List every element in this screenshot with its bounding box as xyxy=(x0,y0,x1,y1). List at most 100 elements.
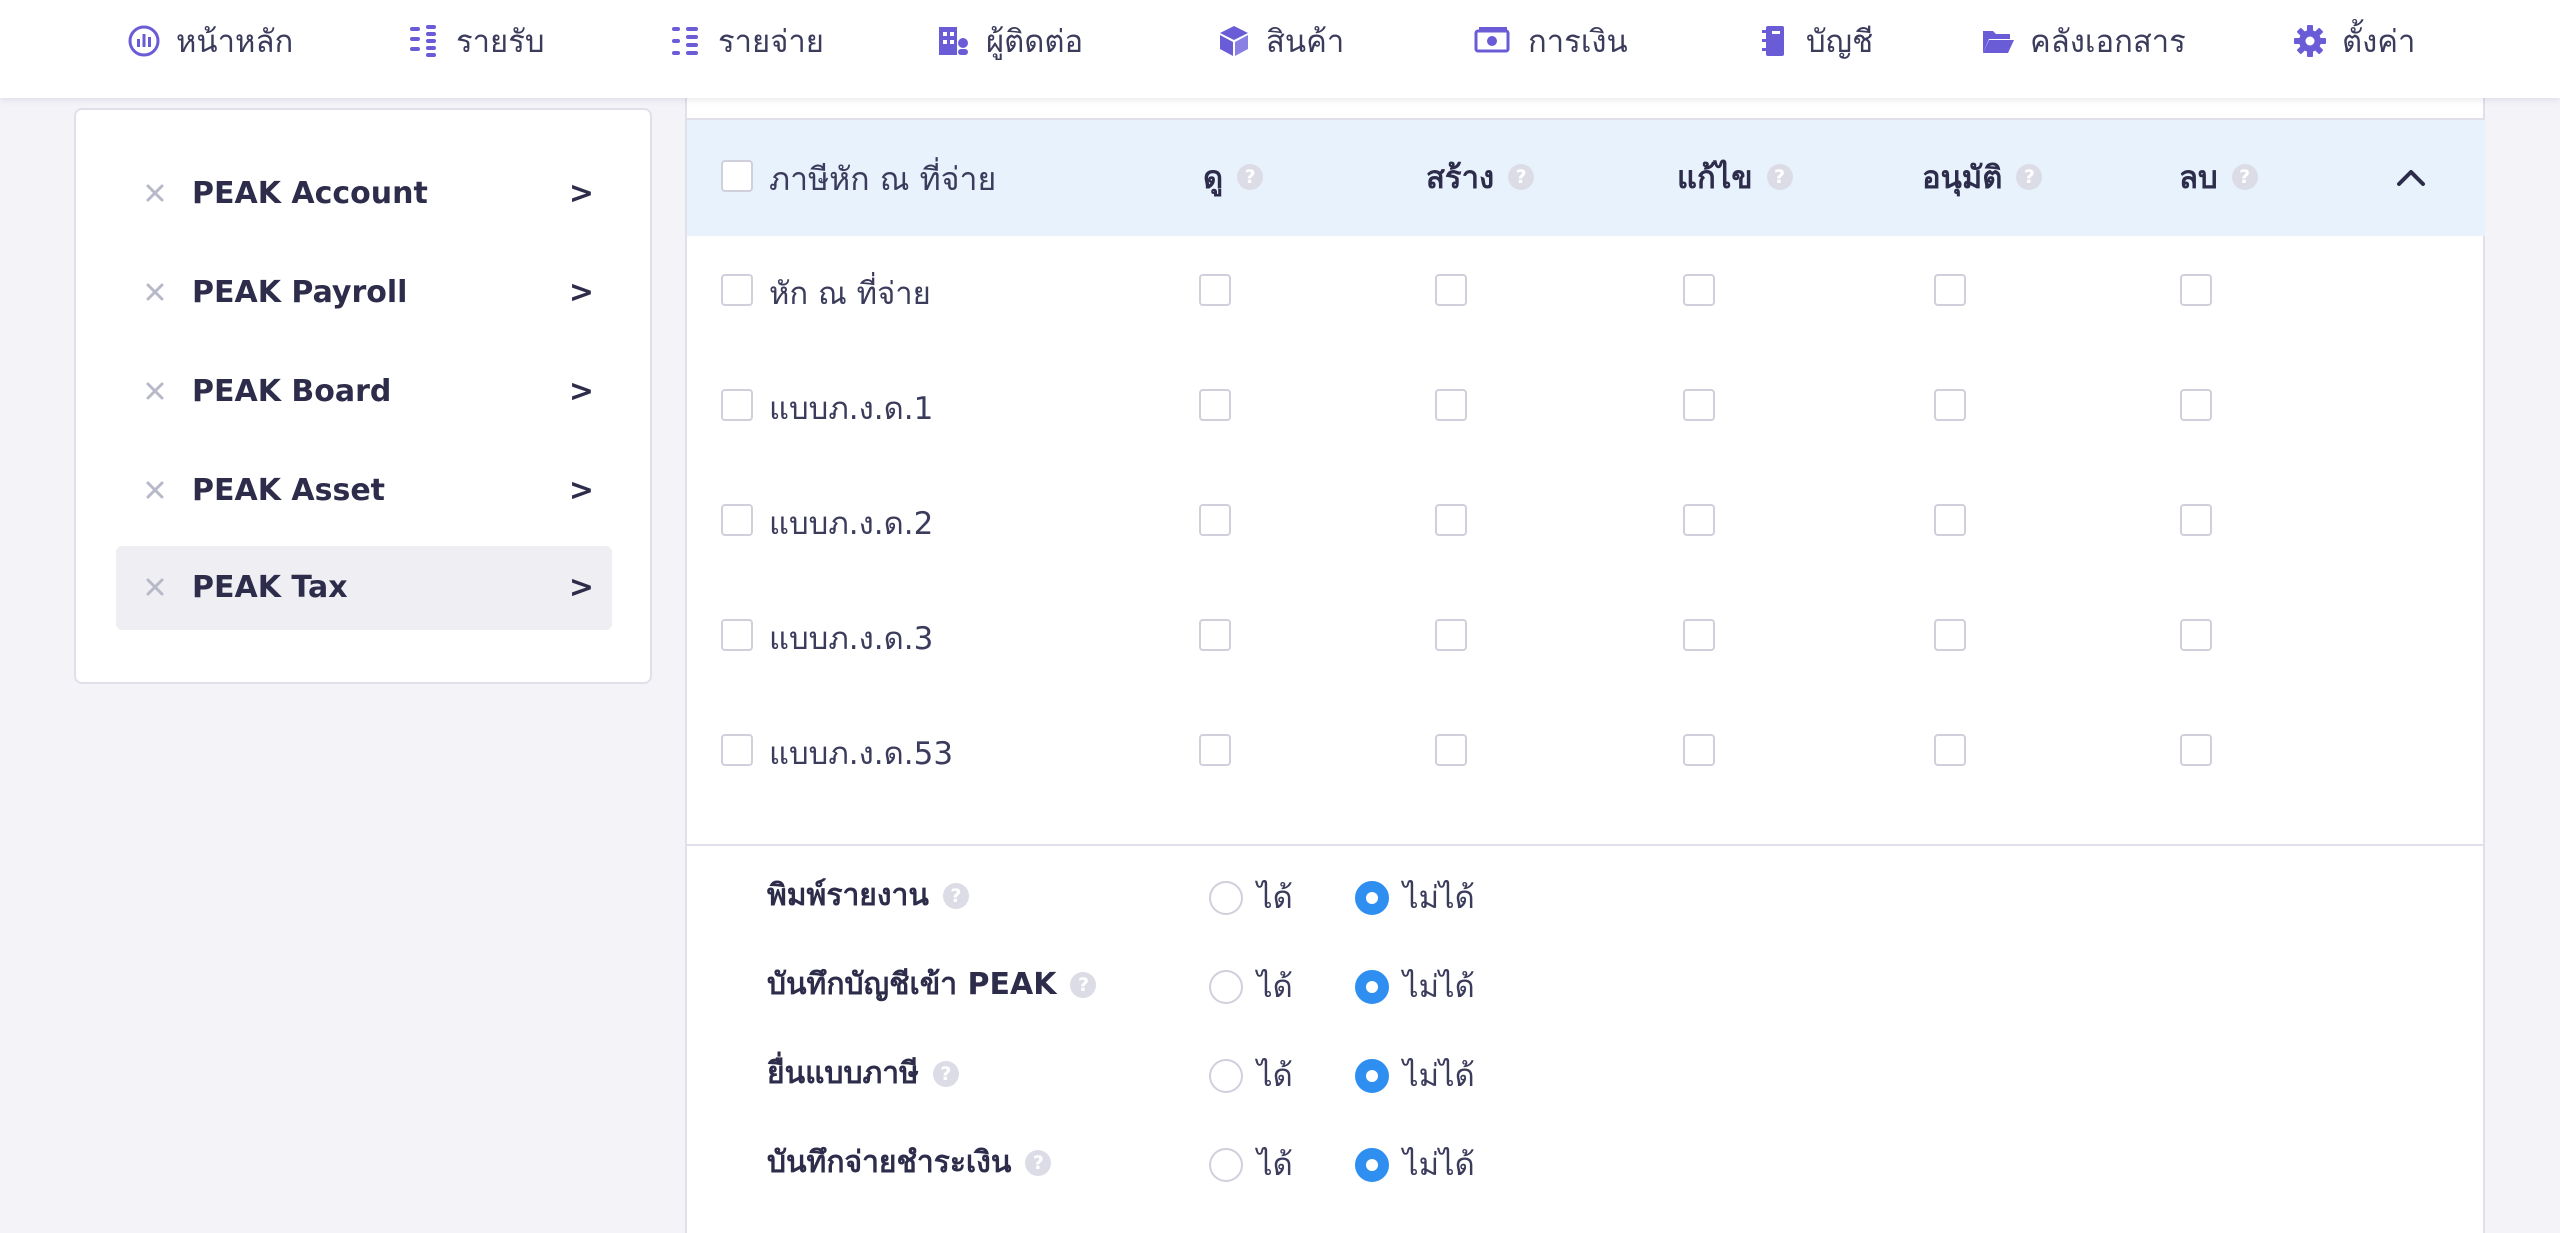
select-all-checkbox[interactable] xyxy=(721,160,753,192)
delete-checkbox[interactable] xyxy=(2180,389,2212,421)
nav-item-accounting[interactable]: บัญชี xyxy=(1756,0,1873,82)
help-icon[interactable]: ? xyxy=(2016,164,2043,190)
sidebar-item-label: PEAK Board xyxy=(192,374,392,409)
option-label: บันทึกบัญชีเข้า PEAK ? xyxy=(767,955,1097,1015)
chevron-up-icon[interactable] xyxy=(2393,160,2429,196)
create-checkbox[interactable] xyxy=(1435,389,1467,421)
nav-item-settings[interactable]: ตั้งค่า xyxy=(2292,0,2415,82)
close-icon[interactable] xyxy=(140,376,170,406)
row-select-checkbox[interactable] xyxy=(721,389,753,421)
sidebar-item-peak-tax[interactable]: PEAK Tax > xyxy=(116,546,612,630)
radio-deny[interactable] xyxy=(1355,881,1389,915)
edit-checkbox[interactable] xyxy=(1683,274,1715,306)
nav-item-expense[interactable]: รายจ่าย xyxy=(668,0,824,82)
row-select-checkbox[interactable] xyxy=(721,619,753,651)
radio-allow-label: ได้ xyxy=(1257,880,1293,916)
chevron-right-icon: > xyxy=(568,473,594,508)
nav-item-label: ผู้ติดต่อ xyxy=(986,24,1084,60)
radio-deny[interactable] xyxy=(1355,1148,1389,1182)
radio-deny-label: ไม่ได้ xyxy=(1403,1147,1475,1183)
delete-checkbox[interactable] xyxy=(2180,619,2212,651)
help-icon[interactable]: ? xyxy=(1070,972,1097,998)
view-checkbox[interactable] xyxy=(1199,619,1231,651)
radio-deny[interactable] xyxy=(1355,1059,1389,1093)
money-bill-icon xyxy=(1474,27,1510,53)
help-icon[interactable]: ? xyxy=(1508,164,1535,190)
sidebar-item-peak-asset[interactable]: PEAK Asset > xyxy=(116,449,612,533)
approve-checkbox[interactable] xyxy=(1934,734,1966,766)
help-icon[interactable]: ? xyxy=(942,883,969,909)
close-icon[interactable] xyxy=(140,277,170,307)
nav-item-label: การเงิน xyxy=(1528,24,1628,60)
ledger-book-icon xyxy=(1762,26,1784,56)
help-icon[interactable]: ? xyxy=(2231,164,2258,190)
close-icon[interactable] xyxy=(140,178,170,208)
view-checkbox[interactable] xyxy=(1199,734,1231,766)
row-label: แบบภ.ง.ด.3 xyxy=(769,621,934,657)
view-checkbox[interactable] xyxy=(1199,274,1231,306)
help-icon[interactable]: ? xyxy=(1766,164,1793,190)
radio-allow[interactable] xyxy=(1209,881,1243,915)
view-checkbox[interactable] xyxy=(1199,504,1231,536)
chevron-right-icon: > xyxy=(568,176,594,211)
create-checkbox[interactable] xyxy=(1435,619,1467,651)
create-checkbox[interactable] xyxy=(1435,504,1467,536)
sidebar-item-label: PEAK Account xyxy=(192,176,428,211)
option-label-text: ยื่นแบบภาษี xyxy=(767,1056,919,1091)
option-label: พิมพ์รายงาน ? xyxy=(767,866,969,926)
sidebar-item-label: PEAK Tax xyxy=(192,570,348,605)
nav-item-label: รายจ่าย xyxy=(718,24,824,60)
radio-allow[interactable] xyxy=(1209,1148,1243,1182)
nav-item-home[interactable]: หน้าหลัก xyxy=(126,0,293,82)
sidebar-item-label: PEAK Payroll xyxy=(192,275,408,310)
row-select-checkbox[interactable] xyxy=(721,274,753,306)
chevron-right-icon: > xyxy=(568,570,594,605)
radio-allow[interactable] xyxy=(1209,970,1243,1004)
row-label: แบบภ.ง.ด.53 xyxy=(769,736,954,772)
nav-item-finance[interactable]: การเงิน xyxy=(1470,0,1628,82)
income-list-icon xyxy=(410,25,436,57)
sidebar-item-peak-payroll[interactable]: PEAK Payroll > xyxy=(116,251,612,335)
nav-item-documents[interactable]: คลังเอกสาร xyxy=(1980,0,2186,82)
help-icon[interactable]: ? xyxy=(1237,164,1264,190)
delete-checkbox[interactable] xyxy=(2180,274,2212,306)
sidebar-item-peak-board[interactable]: PEAK Board > xyxy=(116,350,612,434)
approve-checkbox[interactable] xyxy=(1934,619,1966,651)
edit-checkbox[interactable] xyxy=(1683,619,1715,651)
sidebar-item-label: PEAK Asset xyxy=(192,473,386,508)
help-icon[interactable]: ? xyxy=(932,1061,959,1087)
approve-checkbox[interactable] xyxy=(1934,274,1966,306)
nav-item-label: บัญชี xyxy=(1806,24,1874,60)
sidebar-item-peak-account[interactable]: PEAK Account > xyxy=(116,152,612,236)
option-label-text: บันทึกบัญชีเข้า PEAK xyxy=(767,967,1057,1002)
delete-checkbox[interactable] xyxy=(2180,504,2212,536)
approve-checkbox[interactable] xyxy=(1934,389,1966,421)
edit-checkbox[interactable] xyxy=(1683,389,1715,421)
approve-checkbox[interactable] xyxy=(1934,504,1966,536)
radio-allow-label: ได้ xyxy=(1257,1058,1293,1094)
view-checkbox[interactable] xyxy=(1199,389,1231,421)
permission-group-header: ภาษีหัก ณ ที่จ่าย ดู ? สร้าง ? แก้ไข ? อ… xyxy=(687,118,2485,236)
create-checkbox[interactable] xyxy=(1435,274,1467,306)
product-box-icon xyxy=(1220,26,1248,56)
nav-item-products[interactable]: สินค้า xyxy=(1216,0,1344,82)
close-icon[interactable] xyxy=(140,475,170,505)
radio-deny[interactable] xyxy=(1355,970,1389,1004)
radio-deny-label: ไม่ได้ xyxy=(1403,969,1475,1005)
nav-item-contacts[interactable]: ผู้ติดต่อ xyxy=(936,0,1083,82)
column-header-edit: แก้ไข ? xyxy=(1677,120,1793,234)
close-icon[interactable] xyxy=(140,572,170,602)
create-checkbox[interactable] xyxy=(1435,734,1467,766)
contacts-building-icon xyxy=(939,27,968,55)
row-select-checkbox[interactable] xyxy=(721,734,753,766)
nav-item-income[interactable]: รายรับ xyxy=(406,0,545,82)
edit-checkbox[interactable] xyxy=(1683,734,1715,766)
edit-checkbox[interactable] xyxy=(1683,504,1715,536)
delete-checkbox[interactable] xyxy=(2180,734,2212,766)
radio-allow[interactable] xyxy=(1209,1059,1243,1093)
row-label: หัก ณ ที่จ่าย xyxy=(769,276,931,312)
radio-allow-label: ได้ xyxy=(1257,1147,1293,1183)
row-select-checkbox[interactable] xyxy=(721,504,753,536)
help-icon[interactable]: ? xyxy=(1025,1150,1052,1176)
nav-item-label: ตั้งค่า xyxy=(2342,24,2416,60)
